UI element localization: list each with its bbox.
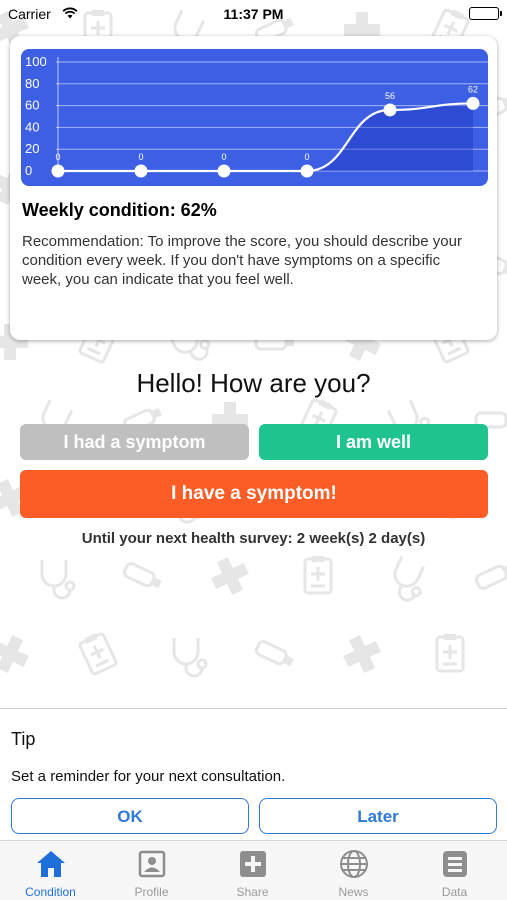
chart-data-point	[383, 103, 397, 117]
clipboard-pattern-icon	[78, 632, 118, 676]
chart-data-point	[300, 164, 314, 178]
tip-text: Set a reminder for your next consultatio…	[11, 768, 286, 785]
inhaler-pattern-icon	[122, 562, 162, 589]
tab-label: Condition	[25, 885, 76, 899]
greeting-heading: Hello! How are you?	[136, 368, 371, 398]
tip-panel: Tip Set a reminder for your next consult…	[0, 708, 507, 840]
clock-time: 11:37 PM	[223, 6, 284, 22]
tab-label: Data	[441, 885, 468, 899]
chart-data-point	[134, 164, 148, 178]
chart-data-label: 0	[221, 152, 226, 162]
share-plus-icon	[240, 851, 266, 877]
condition-card: 0 20 40 60 80 100 0 0 0 0 56 62 Weekly condition: 6…	[10, 36, 497, 340]
chart-data-point	[466, 96, 480, 110]
tip-title: Tip	[11, 729, 36, 749]
home-icon	[37, 851, 65, 877]
tab-condition[interactable]: Condition	[0, 841, 101, 900]
tab-data[interactable]: Data	[404, 841, 505, 900]
chart-data-label: 0	[304, 152, 309, 162]
clipboard-pattern-icon	[303, 556, 333, 595]
cross-pattern-icon	[0, 635, 29, 673]
globe-icon	[340, 850, 368, 878]
recommendation-text: Recommendation: To improve the score, yo…	[22, 233, 462, 288]
clipboard-pattern-icon	[435, 634, 465, 673]
tab-bar: Condition Profile Share News Data	[0, 840, 507, 900]
chart-y-tick-label: 40	[25, 119, 39, 134]
weekly-condition-chart: 0 20 40 60 80 100 0 0 0 0 56 62	[21, 49, 488, 186]
chart-data-point	[217, 164, 231, 178]
stetho-pattern-icon	[172, 638, 208, 678]
tab-profile[interactable]: Profile	[101, 841, 202, 900]
chart-area-fill	[58, 103, 473, 171]
cross-pattern-icon	[343, 635, 381, 673]
inhaler-pattern-icon	[254, 640, 294, 667]
tab-share[interactable]: Share	[202, 841, 303, 900]
stetho-pattern-icon	[393, 555, 425, 602]
stetho-pattern-icon	[40, 560, 76, 600]
chart-y-tick-label: 80	[25, 76, 39, 91]
had-symptom-button[interactable]: I had a symptom	[20, 424, 249, 460]
have-symptom-button[interactable]: I have a symptom!	[20, 470, 488, 518]
cross-pattern-icon	[211, 557, 249, 595]
status-bar: Carrier 11:37 PM	[0, 0, 507, 28]
next-survey-countdown: Until your next health survey: 2 week(s)…	[81, 530, 426, 547]
chart-y-tick-label: 60	[25, 98, 39, 113]
data-icon	[443, 851, 467, 877]
tab-label: Share	[236, 885, 269, 899]
tab-news[interactable]: News	[303, 841, 404, 900]
am-well-button[interactable]: I am well	[259, 424, 488, 460]
tab-label: News	[338, 885, 369, 899]
chart-data-point	[51, 164, 65, 178]
chart-y-tick-label: 20	[25, 141, 39, 156]
chart-data-label: 62	[468, 84, 478, 94]
profile-icon	[138, 850, 166, 878]
inhaler-pattern-icon	[474, 563, 507, 590]
chart-data-label: 56	[385, 91, 395, 101]
battery-icon	[469, 7, 502, 20]
tab-label: Profile	[134, 885, 169, 899]
tip-ok-button[interactable]: OK	[11, 798, 249, 834]
weekly-condition-title: Weekly condition: 62%	[22, 200, 217, 220]
chart-y-tick-label: 100	[25, 54, 47, 69]
tip-later-button[interactable]: Later	[259, 798, 497, 834]
chart-data-label: 0	[55, 152, 60, 162]
chart-data-label: 0	[138, 152, 143, 162]
chart-y-tick-label: 0	[25, 163, 32, 178]
